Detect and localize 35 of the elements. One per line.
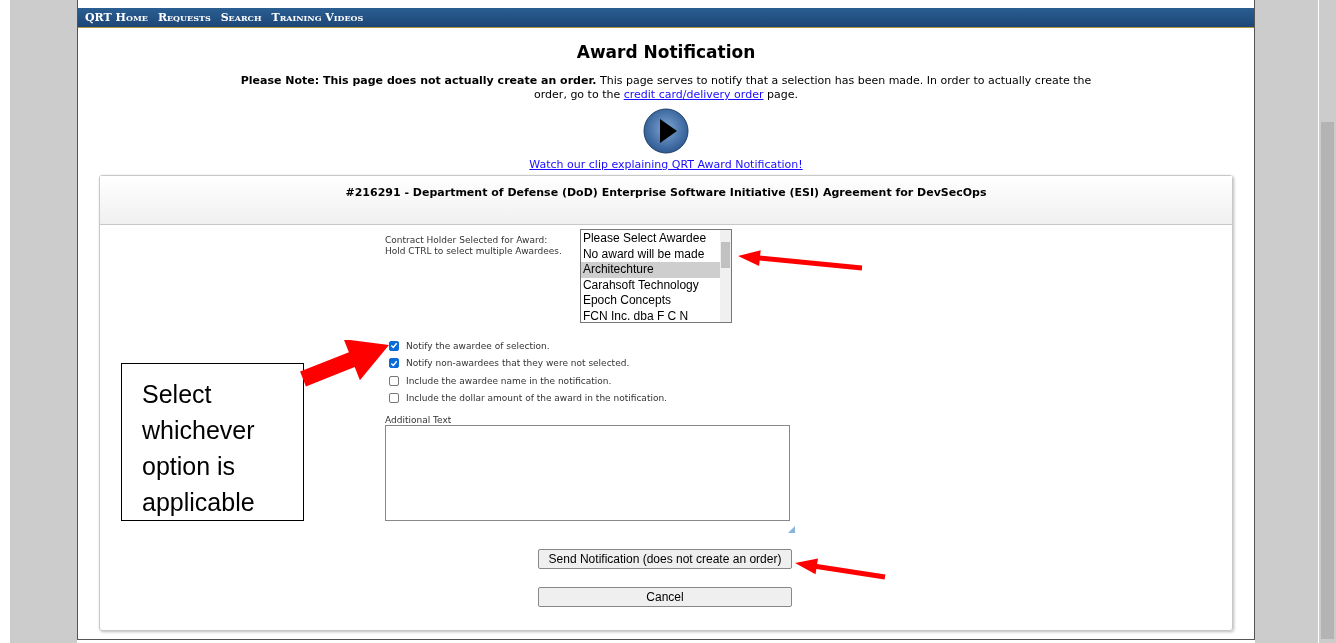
list-option[interactable]: Architechture: [580, 262, 720, 278]
resize-handle-icon: [788, 526, 795, 533]
checkbox-label: Include the dollar amount of the award in the notification.: [406, 393, 667, 404]
awardee-list[interactable]: Please Select Awardee No award will be made Architechture Carahsoft Technology Epoch Concepts FCN Inc. dba F C N: [579, 229, 732, 323]
field-label: Hold CTRL to select multiple Awardees.: [385, 246, 562, 257]
form-button[interactable]: Send Notification (does not create an order): [538, 549, 792, 569]
nav-link[interactable]: Search: [220, 11, 262, 24]
scrollbar[interactable]: [1319, 0, 1336, 643]
field-label: Contract Holder Selected for Award:: [385, 235, 549, 246]
checkbox[interactable]: [389, 340, 399, 351]
list-option[interactable]: No award will be made: [580, 246, 720, 263]
list-option[interactable]: Carahsoft Technology: [580, 277, 720, 294]
notice-text: Please Note: This page does not actually create an order. This page serves to notify that a selection has been made. In order to actually create the order, go to the credit card/delivery order page.: [239, 74, 1093, 102]
text-area[interactable]: [385, 425, 790, 521]
checkbox-label: Notify non-awardees that they were not selected.: [406, 358, 630, 369]
checkbox-label: Include the awardee name in the notification.: [406, 375, 612, 386]
play-button-icon[interactable]: [643, 108, 689, 154]
video-link[interactable]: Watch our clip explaining QRT Award Notification!: [529, 158, 803, 171]
checkbox[interactable]: [389, 358, 399, 369]
checkbox[interactable]: [389, 375, 399, 386]
checkbox-label: Notify the awardee of selection.: [406, 340, 550, 351]
nav-link[interactable]: QRT Home: [85, 11, 148, 24]
order-link[interactable]: credit card/delivery order: [623, 88, 764, 101]
page-title: Award Notification: [576, 42, 756, 62]
card-title: #216291 - Department of Defense (DoD) Enterprise Software Initiative (ESI) Agreement for DevSecOps: [100, 176, 1232, 225]
list-option[interactable]: Epoch Concepts: [580, 293, 720, 309]
checkbox[interactable]: [389, 393, 399, 404]
list-scrollbar[interactable]: [719, 230, 731, 322]
field-label: Additional Text: [385, 415, 453, 425]
list-option[interactable]: Please Select Awardee: [580, 231, 720, 247]
nav-link[interactable]: Training Videos: [271, 11, 364, 24]
list-option[interactable]: FCN Inc. dba F C N: [580, 308, 720, 325]
form-button[interactable]: Cancel: [538, 587, 792, 607]
nav-link[interactable]: Requests: [157, 11, 211, 24]
callout-text: Select whichever option is applicable: [121, 363, 304, 521]
